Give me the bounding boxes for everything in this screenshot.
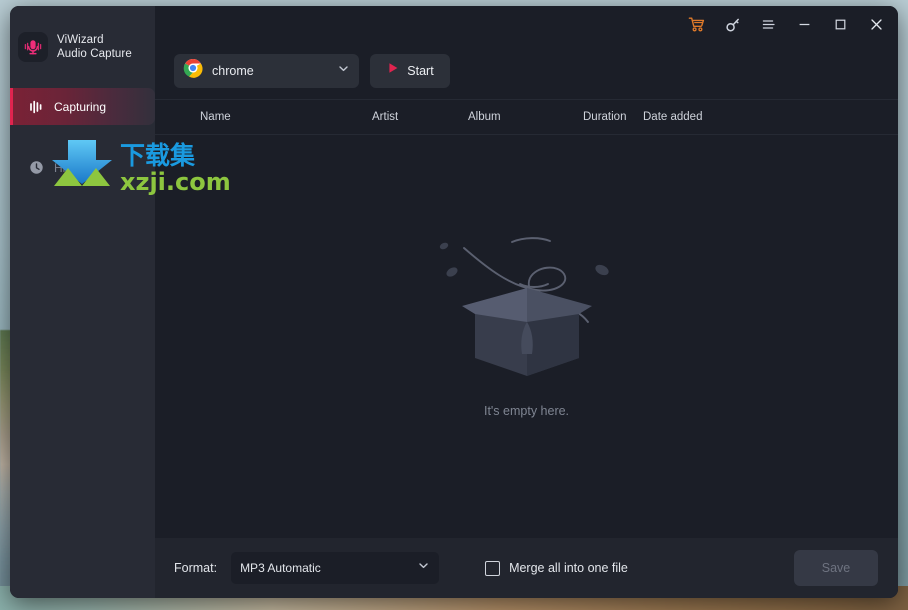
brand-text: ViWizard Audio Capture bbox=[57, 33, 132, 61]
start-button-label: Start bbox=[407, 63, 434, 78]
chrome-icon bbox=[183, 58, 203, 83]
main-panel: chrome Start Name Artist Album Duration … bbox=[155, 6, 898, 598]
minimize-icon[interactable] bbox=[786, 10, 822, 38]
chevron-down-icon bbox=[337, 62, 350, 80]
microphone-icon bbox=[18, 32, 48, 62]
sidebar-item-history[interactable]: History bbox=[10, 149, 155, 186]
sidebar-nav: Capturing History bbox=[10, 88, 155, 186]
sidebar-item-label: Capturing bbox=[54, 99, 107, 114]
start-button[interactable]: Start bbox=[370, 53, 450, 88]
window-body: ViWizard Audio Capture Capturing History… bbox=[10, 6, 898, 598]
sidebar-item-capturing[interactable]: Capturing bbox=[10, 88, 155, 125]
maximize-icon[interactable] bbox=[822, 10, 858, 38]
cart-icon[interactable] bbox=[678, 10, 714, 38]
empty-state-text: It's empty here. bbox=[483, 403, 570, 418]
app-window: ViWizard Audio Capture Capturing History… bbox=[10, 6, 898, 598]
column-header-album[interactable]: Album bbox=[468, 111, 583, 123]
source-select[interactable]: chrome bbox=[174, 53, 359, 88]
source-name: chrome bbox=[212, 63, 254, 78]
desktop-background: ViWizard Audio Capture Capturing History… bbox=[0, 0, 908, 610]
play-icon bbox=[386, 61, 400, 80]
clock-icon bbox=[28, 160, 44, 176]
brand-line-2: Audio Capture bbox=[57, 48, 132, 60]
format-select[interactable]: MP3 Automatic bbox=[231, 552, 440, 584]
empty-box-illustration bbox=[432, 210, 622, 390]
titlebar bbox=[155, 6, 898, 42]
merge-files-checkbox[interactable] bbox=[485, 560, 501, 576]
key-icon[interactable] bbox=[714, 10, 750, 38]
save-button[interactable]: Save bbox=[794, 550, 878, 586]
column-header-name[interactable]: Name bbox=[155, 111, 372, 123]
empty-state: It's empty here. bbox=[155, 135, 898, 538]
chevron-down-icon bbox=[417, 559, 430, 577]
app-brand: ViWizard Audio Capture bbox=[10, 6, 155, 62]
bottom-bar: Format: MP3 Automatic Merge all into one… bbox=[155, 538, 898, 598]
sidebar-item-label: History bbox=[54, 160, 92, 175]
sidebar: ViWizard Audio Capture Capturing History bbox=[10, 6, 155, 598]
format-value: MP3 Automatic bbox=[240, 561, 321, 575]
merge-files-label: Merge all into one file bbox=[509, 561, 628, 575]
column-header-date-added[interactable]: Date added bbox=[643, 111, 733, 123]
format-label: Format: bbox=[174, 561, 218, 575]
column-header-artist[interactable]: Artist bbox=[372, 111, 468, 123]
column-header-duration[interactable]: Duration bbox=[583, 111, 643, 123]
audio-wave-icon bbox=[28, 99, 44, 115]
brand-line-1: ViWizard bbox=[57, 34, 104, 46]
toolbar: chrome Start bbox=[155, 42, 898, 99]
merge-files-option[interactable]: Merge all into one file bbox=[485, 560, 628, 576]
table-header-row: Name Artist Album Duration Date added bbox=[155, 99, 898, 135]
menu-icon[interactable] bbox=[750, 10, 786, 38]
close-icon[interactable] bbox=[858, 10, 894, 38]
